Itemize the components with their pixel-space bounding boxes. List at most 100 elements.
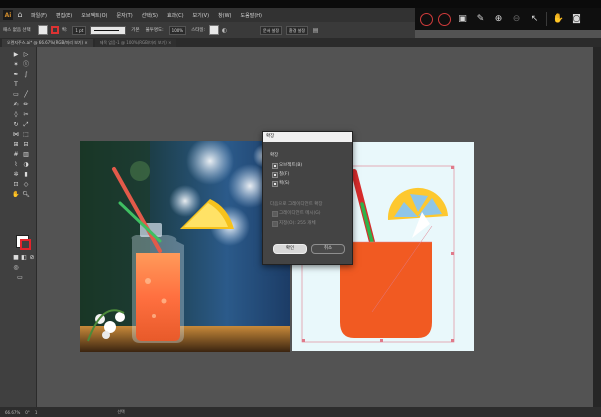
eraser-icon[interactable]: ◊ (12, 111, 20, 119)
option-stroke-label: 획(S) (279, 181, 290, 186)
preferences-button[interactable]: 환경 설정 (286, 25, 309, 35)
zoom-tool-icon[interactable]: 🔍︎ (22, 191, 30, 199)
specify-label: 지정(O): 255 개체 (279, 221, 316, 226)
zoom-in-icon[interactable]: ⊕ (492, 13, 505, 26)
gradient-mode-icon[interactable]: ◧ (20, 254, 28, 262)
menu-view[interactable]: 보기(V) (193, 12, 210, 19)
ok-button[interactable]: 확인 (273, 244, 307, 254)
paintbrush-icon[interactable]: ✍ (12, 101, 20, 109)
style-label: 스타일: (191, 28, 206, 33)
menu-file[interactable]: 파일(F) (31, 12, 47, 19)
line-tool-icon[interactable]: ╱ (22, 91, 30, 99)
globe-icon[interactable]: ◐ (221, 27, 228, 34)
color-mode-icon[interactable]: ■ (12, 254, 20, 262)
pause-record-icon[interactable] (438, 12, 451, 26)
blend-tool-icon[interactable]: ◑ (22, 161, 30, 169)
artboard-tool-icon[interactable]: ⊡ (12, 181, 20, 189)
menu-help[interactable]: 도움말(H) (241, 12, 262, 19)
opacity-field[interactable]: 100% (168, 25, 187, 35)
screen-top-strip (0, 0, 601, 8)
style-swatch[interactable] (209, 25, 220, 35)
shaper-tool-icon[interactable]: ✏ (22, 101, 30, 109)
rectangle-tool-icon[interactable]: ▭ (12, 91, 20, 99)
gradient-tool-icon[interactable]: ▥ (22, 151, 30, 159)
checkbox-object[interactable] (272, 163, 278, 169)
magic-wand-icon[interactable]: ✶ (12, 61, 20, 69)
selection-status: 패스 없음 선택 (3, 28, 31, 33)
checkbox-stroke[interactable] (272, 181, 278, 187)
stroke-color-box[interactable] (20, 239, 31, 250)
rotate-tool-icon[interactable]: ↻ (12, 121, 20, 129)
checkbox-fill[interactable] (272, 172, 278, 178)
menu-type[interactable]: 문자(T) (117, 12, 133, 19)
current-tool-label: 선택 (117, 409, 125, 414)
menu-window[interactable]: 창(W) (218, 12, 231, 19)
draw-mode-icon[interactable]: ◎ (12, 264, 20, 272)
juice-photo-image (80, 141, 290, 352)
expand-dialog: 확장 확장 오브젝트(B) 칠(F) 획(S) 다음으로 그레이디언트 확장 그… (262, 131, 353, 265)
menu-select[interactable]: 선택(S) (142, 12, 158, 19)
right-panel-edge (593, 47, 601, 407)
hand-tool-icon[interactable]: ✋ (12, 191, 20, 199)
document-setup-button[interactable]: 문서 설정 (260, 25, 283, 35)
gradient-section-label: 다음으로 그레이디언트 확장 (270, 202, 323, 207)
radio-gradient-mesh[interactable] (272, 211, 278, 217)
shape-builder-icon[interactable]: ⊞ (12, 141, 20, 149)
scissors-icon[interactable]: ✂ (22, 111, 30, 119)
cursor-icon[interactable]: ↖ (528, 13, 541, 26)
symbol-sprayer-icon[interactable]: ✲ (12, 171, 20, 179)
tab-label: 오렌지주스.ai* @ 66.67%(RGB/미리 보기) (7, 40, 84, 45)
record-icon[interactable] (420, 12, 433, 26)
toolbar-divider (546, 12, 547, 26)
fill-swatch[interactable] (37, 25, 48, 35)
status-bar: 66.67% 0° 1 선택 (0, 407, 601, 417)
graph-tool-icon[interactable]: ▮ (22, 171, 30, 179)
home-icon[interactable]: ⌂ (15, 10, 25, 20)
scale-tool-icon[interactable]: ⤢ (22, 121, 30, 129)
selection-tool-icon[interactable]: ▶ (12, 51, 20, 59)
screenshot-icon[interactable]: ▣ (456, 13, 469, 26)
arrange-icon[interactable]: ▤ (312, 27, 319, 34)
tab-orange-juice[interactable]: 오렌지주스.ai* @ 66.67%(RGB/미리 보기) × (2, 39, 93, 47)
expand-section-label: 확장 (270, 153, 279, 158)
menubar: Ai ⌂ 파일(F) 편집(E) 오브젝트(O) 문자(T) 선택(S) 효과(… (0, 8, 415, 22)
slice-tool-icon[interactable]: ◇ (22, 181, 30, 189)
cancel-button[interactable]: 취소 (311, 244, 345, 254)
lasso-icon[interactable]: ⓛ (22, 61, 30, 69)
control-bar: 패스 없음 선택 획: 1 pt 기본 불투명도: 100% 스타일: ◐ 문서… (0, 22, 415, 39)
perspective-grid-icon[interactable]: ⊟ (22, 141, 30, 149)
reference-photo[interactable] (80, 141, 290, 352)
rotation-field[interactable]: 0° (25, 410, 30, 415)
brush-preview[interactable] (90, 25, 127, 35)
artboard-number[interactable]: 1 (35, 410, 38, 415)
zoom-field[interactable]: 66.67% (5, 410, 20, 415)
mesh-tool-icon[interactable]: # (12, 151, 20, 159)
menu-edit[interactable]: 편집(E) (56, 12, 72, 19)
free-transform-icon[interactable]: ⬚ (22, 131, 30, 139)
curvature-tool-icon[interactable]: ∫ (22, 71, 30, 79)
dialog-title: 확장 (263, 132, 352, 142)
hand-icon[interactable]: ✋ (552, 13, 565, 26)
width-tool-icon[interactable]: ⋈ (12, 131, 20, 139)
document-tabs: 오렌지주스.ai* @ 66.67%(RGB/미리 보기) × 제목 없음-1 … (0, 38, 601, 47)
tab-untitled[interactable]: 제목 없음-1 @ 100%(RGB/미리 보기) × (94, 39, 177, 47)
eyedropper-icon[interactable]: ⌇ (12, 161, 20, 169)
menu-object[interactable]: 오브젝트(O) (81, 12, 107, 19)
menu-effect[interactable]: 효과(C) (167, 12, 184, 19)
type-tool-icon[interactable]: T (12, 81, 20, 89)
option-fill-label: 칠(F) (279, 172, 290, 177)
pen-tool-icon[interactable]: ✒ (12, 71, 20, 79)
direct-selection-tool-icon[interactable]: ▷ (22, 51, 30, 59)
gradient-mesh-label: 그레이디언트 메시(G) (279, 211, 321, 216)
none-mode-icon[interactable]: ⊘ (28, 254, 36, 262)
camera-icon[interactable]: ◙ (570, 13, 583, 26)
zoom-out-icon[interactable]: ⊖ (510, 13, 523, 26)
opacity-label: 불투명도: (145, 28, 164, 33)
stroke-label: 획: (61, 28, 68, 33)
pencil-icon[interactable]: ✎ (474, 13, 487, 26)
stroke-swatch[interactable] (50, 26, 59, 34)
stroke-weight-field[interactable]: 1 pt (72, 25, 87, 35)
screen-mode-icon[interactable]: ▭ (16, 274, 24, 282)
app-logo: Ai (3, 10, 13, 20)
radio-specify[interactable] (272, 221, 278, 227)
